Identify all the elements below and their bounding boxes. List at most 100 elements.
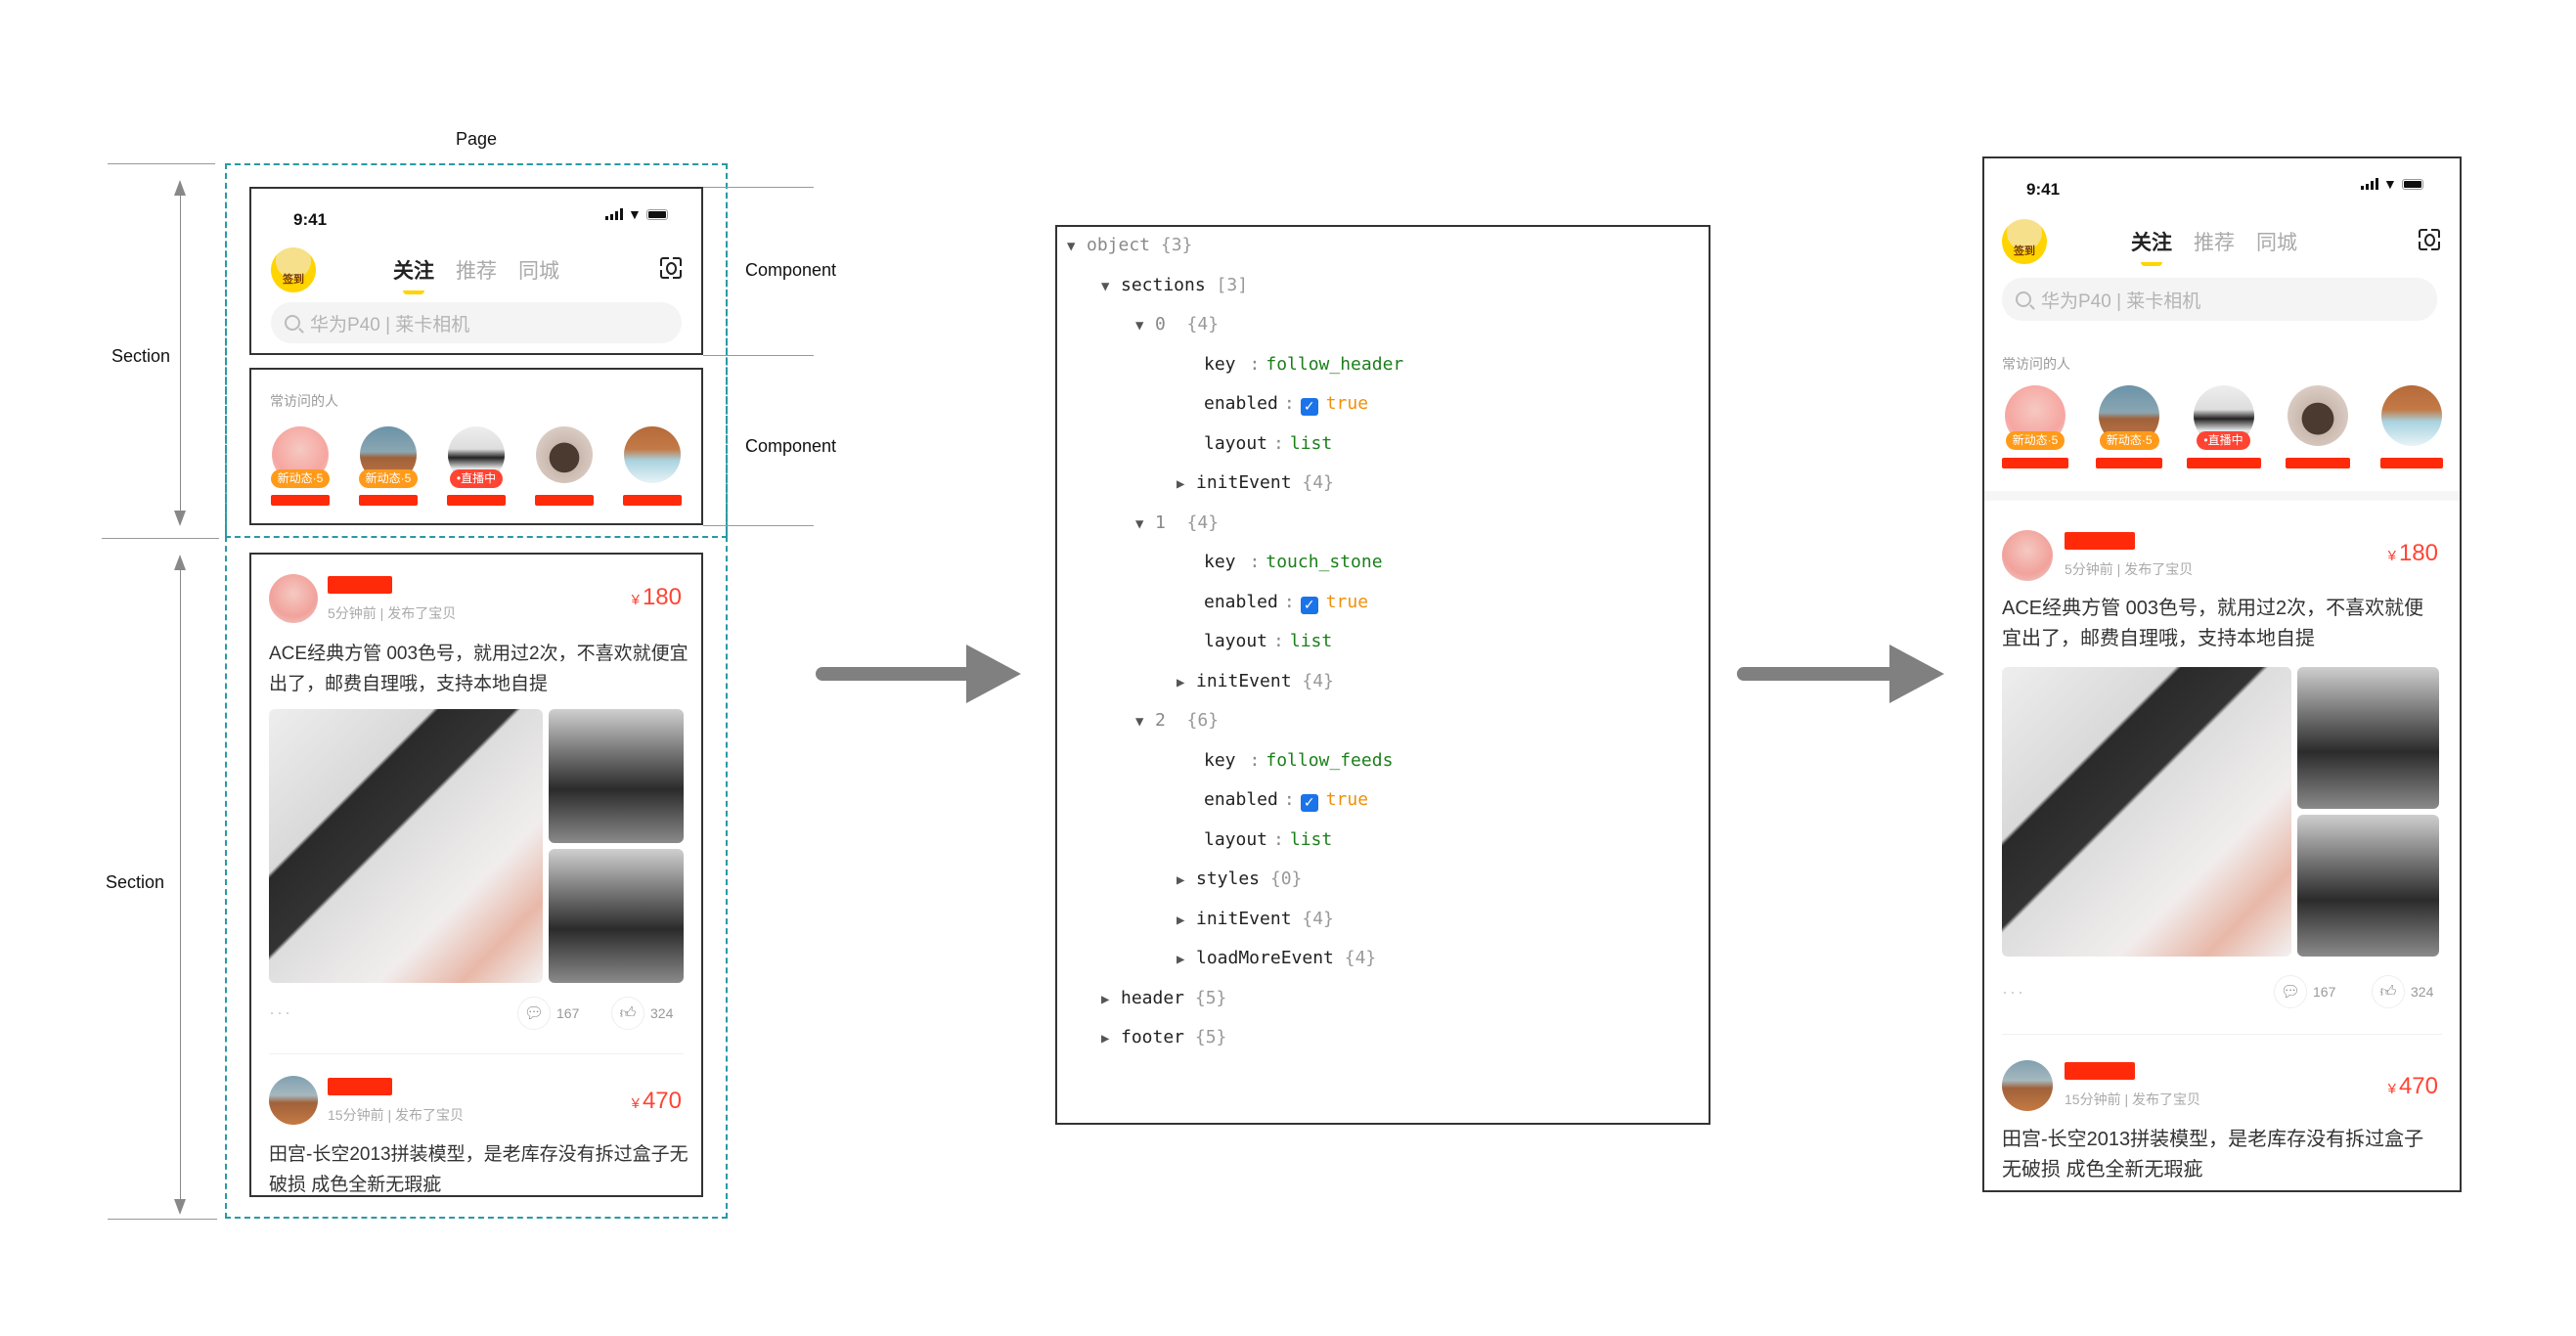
like-button[interactable]: 👍︎ 324 xyxy=(2372,975,2433,1008)
collapse-toggle-icon[interactable]: ▶ xyxy=(1177,872,1196,888)
tree-node[interactable]: ▼ 2 {6} xyxy=(1135,710,1219,731)
tree-node[interactable]: ▶ loadMoreEvent {4} xyxy=(1177,948,1376,968)
visitor-list: 新动态·5 新动态·5 •直播中 xyxy=(270,426,682,506)
post-image[interactable] xyxy=(549,849,684,983)
signin-button[interactable]: 签到 xyxy=(271,247,316,292)
signin-label: 签到 xyxy=(2014,245,2035,257)
scan-icon[interactable] xyxy=(2419,229,2440,250)
post-image[interactable] xyxy=(2297,667,2439,809)
wifi-icon: ▼ xyxy=(2383,176,2397,192)
tree-key: initEvent xyxy=(1196,472,1292,493)
post-meta: 15分钟前 | 发布了宝贝 xyxy=(2065,1091,2200,1107)
tree-node[interactable]: ▶ initEvent {4} xyxy=(1177,671,1334,691)
collapse-toggle-icon[interactable]: ▶ xyxy=(1101,992,1121,1007)
post-price: ¥470 xyxy=(2387,1073,2438,1099)
visitor-item[interactable]: 新动态·5 xyxy=(2002,385,2068,468)
visitor-item[interactable]: •直播中 xyxy=(447,426,506,506)
tree-node[interactable]: ▼ sections [3] xyxy=(1101,275,1248,295)
post-price: ¥180 xyxy=(631,584,682,610)
tree-node[interactable]: ▶ styles {0} xyxy=(1177,868,1302,889)
post-text: 田宫-长空2013拼装模型，是老库存没有拆过盒子无破损 成色全新无瑕疵 xyxy=(269,1144,688,1195)
section-2-dimension-line xyxy=(180,560,181,1206)
expand-toggle-icon[interactable]: ▼ xyxy=(1135,714,1155,730)
search-input[interactable]: 华为P40 | 莱卡相机 xyxy=(271,302,682,343)
tab-follow[interactable]: 关注 xyxy=(2131,227,2172,266)
expand-toggle-icon[interactable]: ▼ xyxy=(1101,279,1121,294)
more-icon[interactable]: ··· xyxy=(2002,982,2025,1002)
visitor-item[interactable] xyxy=(2285,385,2350,468)
divider xyxy=(269,1053,684,1054)
expand-toggle-icon[interactable]: ▼ xyxy=(1067,239,1087,254)
post-meta: 15分钟前 | 发布了宝贝 xyxy=(328,1107,464,1123)
tab-recommend[interactable]: 推荐 xyxy=(456,255,497,285)
comment-button[interactable]: 💬︎ 167 xyxy=(517,997,579,1030)
tree-node[interactable]: ▶ initEvent {4} xyxy=(1177,909,1334,929)
tree-count: {6} xyxy=(1165,710,1220,731)
tab-follow[interactable]: 关注 xyxy=(393,255,434,294)
collapse-toggle-icon[interactable]: ▶ xyxy=(1177,675,1196,690)
tree-node[interactable]: ▼ 1 {4} xyxy=(1135,512,1219,533)
avatar xyxy=(2002,530,2053,581)
thumbs-up-icon: 👍︎ xyxy=(2372,975,2405,1008)
avatar xyxy=(269,1076,318,1125)
tab-nearby[interactable]: 同城 xyxy=(518,255,559,285)
status-icons: ▼ xyxy=(605,206,668,222)
tree-key: enabled xyxy=(1204,393,1278,414)
comment-button[interactable]: 💬︎ 167 xyxy=(2274,975,2335,1008)
signin-button[interactable]: 签到 xyxy=(2002,219,2047,264)
tab-nearby[interactable]: 同城 xyxy=(2256,227,2297,256)
checkbox-icon[interactable]: ✓ xyxy=(1300,596,1318,614)
collapse-toggle-icon[interactable]: ▶ xyxy=(1101,1031,1121,1047)
checkbox-icon[interactable]: ✓ xyxy=(1300,794,1318,812)
like-button[interactable]: 👍︎ 324 xyxy=(611,997,673,1030)
post-text: 田宫-长空2013拼装模型，是老库存没有拆过盒子无破损 成色全新无瑕疵 xyxy=(2002,1129,2424,1180)
collapse-toggle-icon[interactable]: ▶ xyxy=(1177,476,1196,492)
search-placeholder: 华为P40 | 莱卡相机 xyxy=(310,314,470,335)
visitor-item[interactable]: 新动态·5 xyxy=(358,426,419,506)
visitor-badge: 新动态·5 xyxy=(2005,431,2065,450)
post-image[interactable] xyxy=(2297,815,2439,957)
collapse-toggle-icon[interactable]: ▶ xyxy=(1177,952,1196,967)
tree-key: layout xyxy=(1204,631,1268,651)
visitor-name-redacted xyxy=(2096,458,2163,468)
visitor-name-redacted xyxy=(623,495,682,506)
visitor-item[interactable]: •直播中 xyxy=(2186,385,2261,468)
signal-icon xyxy=(2361,178,2378,190)
tree-value: follow_header xyxy=(1266,353,1404,375)
visitor-item[interactable] xyxy=(2380,385,2443,468)
checkbox-icon[interactable]: ✓ xyxy=(1300,398,1318,416)
author-name-redacted xyxy=(328,1078,392,1095)
guide-line xyxy=(703,187,814,188)
visited-people-component: 常访问的人 新动态·5 新动态·5 •直播中 xyxy=(249,368,703,525)
tree-count: {4} xyxy=(1165,314,1220,334)
tree-node[interactable]: ▶ initEvent {4} xyxy=(1177,472,1334,493)
visitor-item[interactable] xyxy=(535,426,594,506)
author-name-redacted xyxy=(2065,1062,2135,1080)
comment-count: 167 xyxy=(556,1005,580,1021)
visitor-name-redacted xyxy=(359,495,418,506)
visitor-name-redacted xyxy=(2380,458,2443,468)
header-component: 9:41 ▼ 签到 关注 推荐 同城 华为P40 | 莱卡相机 xyxy=(249,187,703,355)
tree-node[interactable]: ▶ footer {5} xyxy=(1101,1027,1226,1047)
post-image[interactable] xyxy=(2002,667,2291,957)
search-input[interactable]: 华为P40 | 莱卡相机 xyxy=(2002,278,2437,321)
avatar xyxy=(269,574,318,623)
visited-title: 常访问的人 xyxy=(2002,356,2070,372)
more-icon[interactable]: ··· xyxy=(269,1002,292,1023)
tab-recommend[interactable]: 推荐 xyxy=(2194,227,2235,256)
collapse-toggle-icon[interactable]: ▶ xyxy=(1177,913,1196,928)
visitor-item[interactable]: 新动态·5 xyxy=(2096,385,2163,468)
scan-icon[interactable] xyxy=(660,257,682,279)
post-image[interactable] xyxy=(549,709,684,843)
expand-toggle-icon[interactable]: ▼ xyxy=(1135,318,1155,334)
like-count: 324 xyxy=(2411,984,2434,1000)
visitor-item[interactable]: 新动态·5 xyxy=(270,426,331,506)
expand-toggle-icon[interactable]: ▼ xyxy=(1135,516,1155,532)
post-image[interactable] xyxy=(269,709,543,983)
arrow-up-icon xyxy=(174,555,186,570)
comment-icon: 💬︎ xyxy=(2274,975,2307,1008)
visitor-item[interactable] xyxy=(623,426,682,506)
tree-node[interactable]: ▶ header {5} xyxy=(1101,988,1226,1008)
tree-node[interactable]: ▼ object {3} xyxy=(1067,235,1192,255)
tree-node[interactable]: ▼ 0 {4} xyxy=(1135,314,1219,334)
